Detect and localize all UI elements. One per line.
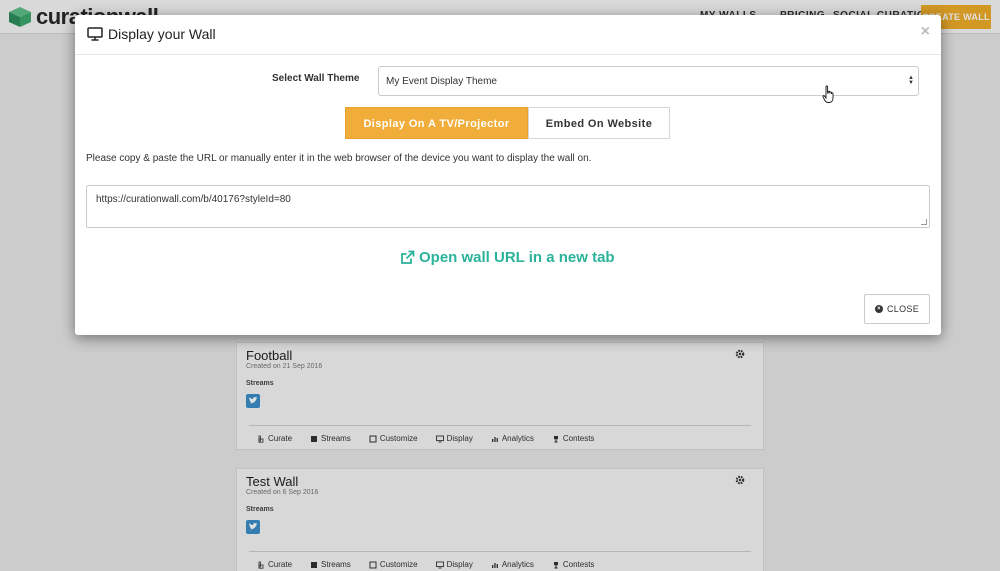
- instructions-text: Please copy & paste the URL or manually …: [86, 153, 592, 164]
- open-wall-url-link[interactable]: Open wall URL in a new tab: [400, 249, 615, 266]
- open-wall-url-label: Open wall URL in a new tab: [419, 249, 615, 266]
- close-button-label: CLOSE: [886, 304, 919, 314]
- modal-title: Display your Wall: [87, 26, 216, 42]
- tab-embed-website[interactable]: Embed On Website: [528, 107, 670, 139]
- external-link-icon: [401, 250, 415, 264]
- wall-theme-label: Select Wall Theme: [272, 73, 360, 84]
- close-icon[interactable]: ×: [921, 24, 930, 40]
- display-wall-modal: Display your Wall × Select Wall Theme My…: [75, 15, 941, 335]
- select-arrows-icon: ▲ ▼: [908, 75, 914, 86]
- resize-grip-icon[interactable]: [921, 219, 927, 225]
- monitor-icon: [87, 27, 103, 41]
- wall-theme-selected: My Event Display Theme: [386, 76, 497, 87]
- tab-display-tv-projector[interactable]: Display On A TV/Projector: [345, 107, 528, 139]
- modal-header: Display your Wall ×: [75, 15, 941, 55]
- close-circle-icon: ×: [874, 305, 883, 313]
- wall-theme-select[interactable]: My Event Display Theme ▲ ▼: [378, 66, 919, 96]
- modal-title-text: Display your Wall: [108, 26, 216, 42]
- close-button[interactable]: × CLOSE: [864, 294, 930, 324]
- wall-url-value: https://curationwall.com/b/40176?styleId…: [96, 194, 291, 205]
- wall-url-textarea[interactable]: https://curationwall.com/b/40176?styleId…: [86, 185, 930, 228]
- hand-pointer-cursor-icon: [822, 85, 834, 103]
